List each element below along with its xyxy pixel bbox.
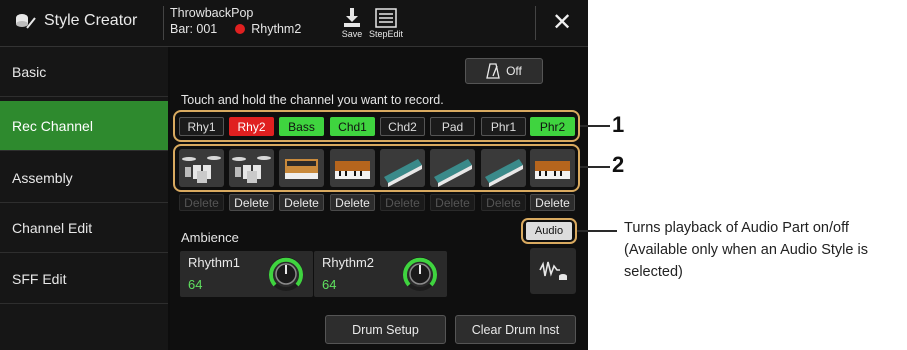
sidebar-item-rec-channel[interactable]: Rec Channel xyxy=(0,101,168,151)
knob-icon xyxy=(403,257,437,291)
ambience-rhythm2-control[interactable]: Rhythm2 64 xyxy=(314,251,447,297)
instrument-button-bass[interactable] xyxy=(279,149,324,187)
channel-button-chd1[interactable]: Chd1 xyxy=(330,117,375,136)
stepedit-button[interactable]: StepEdit xyxy=(368,5,404,43)
save-icon xyxy=(344,8,360,27)
knob-icon xyxy=(269,257,303,291)
delete-button-chd1[interactable]: Delete xyxy=(330,194,375,211)
sidebar-item-label: Rec Channel xyxy=(12,117,93,134)
instruction-text: Touch and hold the channel you want to r… xyxy=(181,93,444,107)
delete-button-rhy2[interactable]: Delete xyxy=(229,194,274,211)
style-name: ThrowbackPop xyxy=(170,6,254,20)
callout-number-1: 1 xyxy=(612,112,625,137)
instrument-button-pad[interactable] xyxy=(430,149,475,187)
instrument-button-chd1[interactable] xyxy=(330,149,375,187)
sidebar: Basic Rec Channel Assembly Channel Edit … xyxy=(0,47,168,350)
sidebar-item-sff-edit[interactable]: SFF Edit xyxy=(0,254,168,304)
header-bar: Style Creator ThrowbackPop Bar: 001 Rhyt… xyxy=(0,0,588,47)
drum-kit-icon xyxy=(179,149,224,187)
metronome-label: Off xyxy=(506,64,522,78)
ambience-value: 64 xyxy=(322,277,337,292)
step-edit-icon xyxy=(375,8,397,28)
sidebar-item-label: Channel Edit xyxy=(12,219,93,236)
callout-line-1 xyxy=(580,125,610,127)
record-dot-icon xyxy=(235,24,246,34)
delete-button-phr2[interactable]: Delete xyxy=(530,194,575,211)
callout-line-2 xyxy=(580,166,610,168)
save-label: Save xyxy=(341,29,363,39)
bar-status: Bar: 001 Rhythm2 xyxy=(170,22,301,36)
delete-button-chd2[interactable]: Delete xyxy=(380,194,425,211)
audio-annotation-note: Turns playback of Audio Part on/off (Ava… xyxy=(624,220,868,280)
close-button[interactable]: ✕ xyxy=(547,9,577,39)
keyboard-icon xyxy=(330,149,375,187)
ambience-value: 64 xyxy=(188,277,203,292)
channel-button-bass[interactable]: Bass xyxy=(279,117,324,136)
ambience-channel-name: Rhythm2 xyxy=(322,255,375,270)
channel-button-phr1[interactable]: Phr1 xyxy=(481,117,526,136)
sidebar-item-label: SFF Edit xyxy=(12,270,67,287)
app-title: Style Creator xyxy=(14,12,137,30)
drum-kit-icon xyxy=(229,149,274,187)
delete-button-rhy1[interactable]: Delete xyxy=(179,194,224,211)
bar-position: Bar: 001 xyxy=(170,22,218,36)
channel-button-phr2[interactable]: Phr2 xyxy=(530,117,575,136)
synth-keyboard-icon xyxy=(430,149,475,187)
instrument-button-rhy1[interactable] xyxy=(179,149,224,187)
callout-number-2: 2 xyxy=(612,152,625,177)
sidebar-item-label: Assembly xyxy=(12,169,73,186)
synth-keyboard-icon xyxy=(481,149,526,187)
sidebar-item-channel-edit[interactable]: Channel Edit xyxy=(0,203,168,253)
instrument-button-rhy2[interactable] xyxy=(229,149,274,187)
delete-button-pad[interactable]: Delete xyxy=(430,194,475,211)
delete-button-bass[interactable]: Delete xyxy=(279,194,324,211)
channel-button-pad[interactable]: Pad xyxy=(430,117,475,136)
delete-button-phr1[interactable]: Delete xyxy=(481,194,526,211)
save-button[interactable]: Save xyxy=(334,5,370,43)
metronome-icon xyxy=(486,63,500,79)
audio-toggle-button[interactable]: Audio xyxy=(526,222,572,240)
header-divider xyxy=(163,6,164,40)
ambience-rhythm1-control[interactable]: Rhythm1 64 xyxy=(180,251,313,297)
app-title-label: Style Creator xyxy=(44,12,138,29)
instrument-button-chd2[interactable] xyxy=(380,149,425,187)
clear-drum-inst-button[interactable]: Clear Drum Inst xyxy=(455,315,576,344)
metronome-button[interactable]: Off xyxy=(465,58,543,84)
sidebar-item-assembly[interactable]: Assembly xyxy=(0,153,168,203)
audio-waveform-icon xyxy=(539,261,567,280)
header-divider xyxy=(535,6,536,40)
callout-line-audio xyxy=(577,230,617,232)
synth-keyboard-icon xyxy=(380,149,425,187)
rec-channel-status: Rhythm2 xyxy=(251,22,302,36)
channel-button-chd2[interactable]: Chd2 xyxy=(380,117,425,136)
ambience-channel-name: Rhythm1 xyxy=(188,255,241,270)
ambience-label: Ambience xyxy=(181,230,239,245)
channel-button-rhy1[interactable]: Rhy1 xyxy=(179,117,224,136)
audio-settings-button[interactable] xyxy=(530,248,576,294)
synth-keyboard-icon xyxy=(279,149,324,187)
instrument-button-phr1[interactable] xyxy=(481,149,526,187)
drum-setup-button[interactable]: Drum Setup xyxy=(325,315,446,344)
style-creator-icon xyxy=(16,14,36,29)
sidebar-item-basic[interactable]: Basic xyxy=(0,47,168,97)
sidebar-item-label: Basic xyxy=(12,63,47,80)
keyboard-icon xyxy=(530,149,575,187)
instrument-button-phr2[interactable] xyxy=(530,149,575,187)
stepedit-label: StepEdit xyxy=(368,29,404,39)
channel-button-rhy2[interactable]: Rhy2 xyxy=(229,117,274,136)
